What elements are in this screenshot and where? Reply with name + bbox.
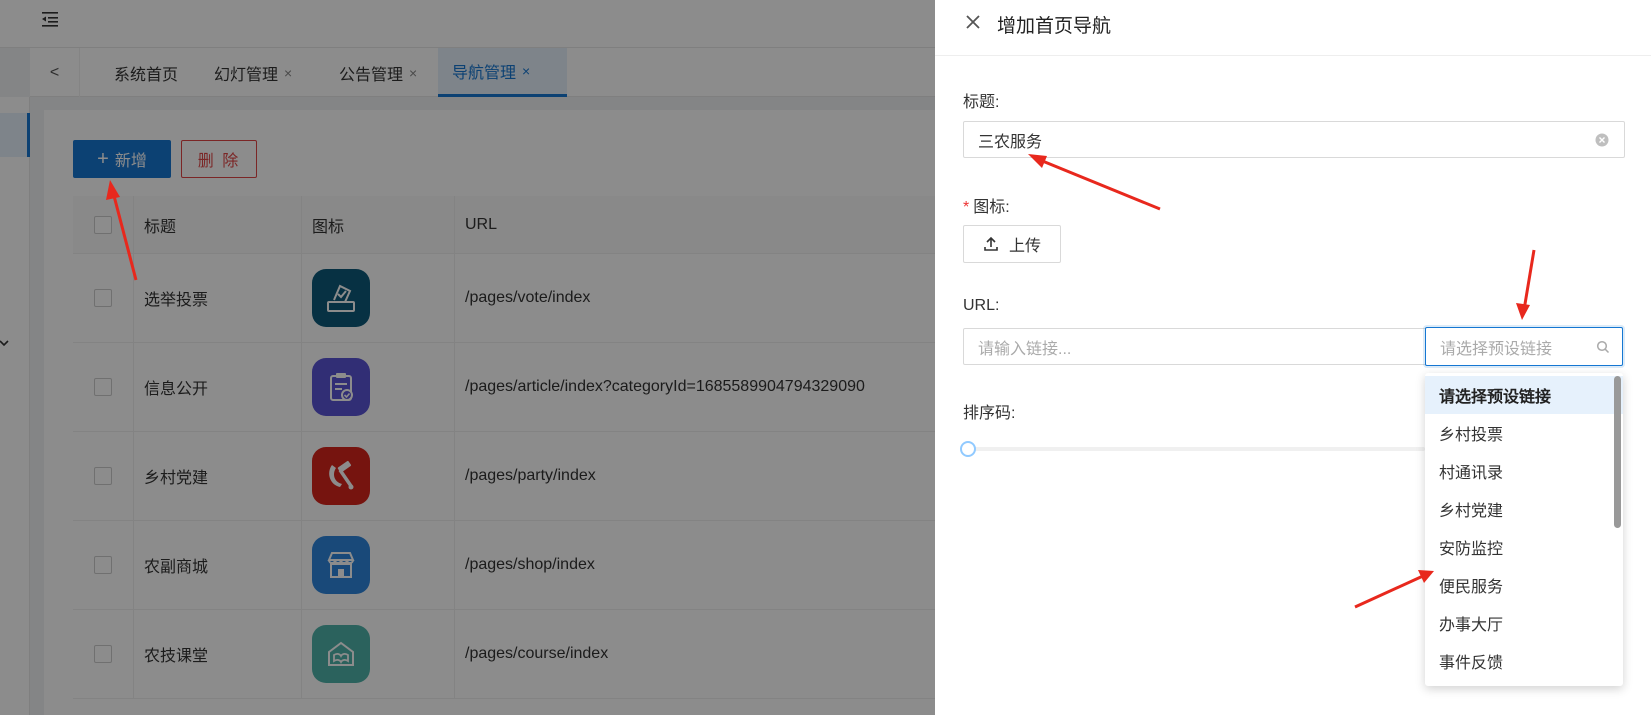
upload-button[interactable]: 上传 bbox=[963, 225, 1061, 263]
dropdown-option[interactable]: 安防监控 bbox=[1425, 528, 1623, 566]
icon-label: * 图标: bbox=[963, 199, 1010, 216]
required-mark: * bbox=[963, 199, 970, 216]
sort-slider-rail[interactable] bbox=[963, 447, 1425, 451]
drawer-title: 增加首页导航 bbox=[997, 16, 1112, 37]
sort-label: 排序码: bbox=[963, 405, 1016, 422]
dropdown-option[interactable]: 办事大厅 bbox=[1425, 604, 1623, 642]
url-input-placeholder: 请输入链接... bbox=[978, 340, 1072, 358]
dropdown-option[interactable]: 村通讯录 bbox=[1425, 452, 1623, 490]
drawer-header: 增加首页导航 bbox=[935, 0, 1651, 56]
preset-link-select[interactable]: 请选择预设链接 bbox=[1425, 327, 1623, 366]
dropdown-option[interactable]: 乡村投票 bbox=[1425, 414, 1623, 452]
add-navigation-drawer: 增加首页导航 标题: 三农服务 * 图标: 上传 URL: 请输入链接... 请选… bbox=[935, 0, 1651, 715]
clear-icon[interactable] bbox=[1594, 132, 1610, 148]
close-icon[interactable] bbox=[963, 12, 983, 32]
dropdown-scrollbar[interactable] bbox=[1614, 376, 1621, 528]
dropdown-option[interactable]: 乡村党建 bbox=[1425, 490, 1623, 528]
preset-link-dropdown: 请选择预设链接 乡村投票 村通讯录 乡村党建 安防监控 便民服务 办事大厅 事件… bbox=[1425, 373, 1623, 686]
preset-link-placeholder: 请选择预设链接 bbox=[1440, 340, 1553, 358]
dropdown-option[interactable]: 事件反馈 bbox=[1425, 642, 1623, 680]
sort-slider-handle[interactable] bbox=[960, 441, 976, 457]
upload-button-label: 上传 bbox=[1008, 238, 1041, 255]
upload-icon bbox=[984, 236, 998, 251]
dropdown-option[interactable]: 请选择预设链接 bbox=[1425, 376, 1623, 414]
search-icon bbox=[1596, 340, 1610, 354]
title-label: 标题: bbox=[963, 94, 1000, 111]
url-input[interactable]: 请输入链接... bbox=[963, 328, 1427, 365]
url-label: URL: bbox=[963, 297, 1000, 314]
dropdown-option[interactable]: 便民服务 bbox=[1425, 566, 1623, 604]
title-input[interactable]: 三农服务 bbox=[963, 121, 1625, 158]
title-input-value: 三农服务 bbox=[978, 133, 1043, 151]
modal-mask[interactable] bbox=[0, 0, 935, 715]
